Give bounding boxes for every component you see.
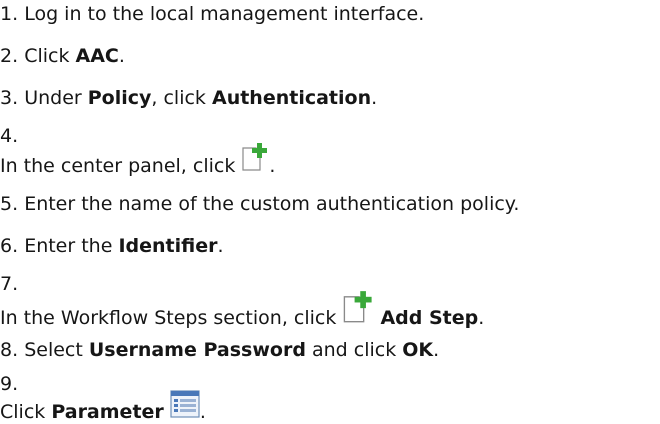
step-8: 8. Select Username Password and click OK… (0, 338, 439, 362)
step-text: Under (24, 87, 88, 109)
step-text: In the center panel, click (0, 155, 242, 177)
step-punct: . (217, 235, 224, 257)
step-text: Enter the name of the custom authenticat… (24, 193, 520, 215)
step-number: 8. (0, 339, 19, 361)
ui-label-ok: OK (402, 339, 434, 361)
ui-label-aac: AAC (75, 45, 119, 67)
step-punct: . (118, 45, 125, 67)
ui-label-username-password: Username Password (88, 339, 306, 361)
ui-label-policy: Policy (87, 87, 152, 109)
step-number: 2. (0, 45, 19, 67)
step-line: In the Workflow Steps section, click Add… (0, 290, 484, 330)
step-6: 6. Enter the Identifier. (0, 234, 224, 258)
step-punct: . (478, 307, 485, 329)
step-punct: . (371, 87, 378, 109)
step-text: Select (24, 339, 89, 361)
step-line: Click Parameter . (0, 390, 206, 424)
step-3: 3. Under Policy, click Authentication. (0, 86, 377, 110)
ui-label-add-step: Add Step (380, 307, 479, 329)
step-text: Log in to the local management interface… (24, 3, 425, 25)
step-text: , click (151, 87, 212, 109)
step-9: 9. Click Parameter . (0, 372, 660, 423)
step-text: In the Workflow Steps section, click (0, 307, 343, 329)
step-4: 4. In the center panel, click . (0, 124, 660, 184)
add-document-icon (342, 290, 374, 330)
step-number: 1. (0, 3, 19, 25)
ui-label-authentication: Authentication (211, 87, 372, 109)
instruction-steps: 1. Log in to the local management interf… (0, 0, 660, 423)
add-document-icon (241, 142, 269, 178)
step-punct: . (269, 155, 276, 177)
step-text: Enter the (24, 235, 119, 257)
step-7: 7. In the Workflow Steps section, click … (0, 272, 660, 334)
step-text: Click (24, 45, 76, 67)
step-text: and click (305, 339, 403, 361)
step-5: 5. Enter the name of the custom authenti… (0, 192, 519, 216)
step-line: In the center panel, click . (0, 142, 275, 178)
step-1: 1. Log in to the local management interf… (0, 2, 424, 26)
step-number: 6. (0, 235, 19, 257)
step-2: 2. Click AAC. (0, 44, 125, 68)
ui-label-identifier: Identifier (118, 235, 218, 257)
step-punct: . (433, 339, 440, 361)
parameter-list-icon (170, 390, 200, 424)
step-number: 5. (0, 193, 19, 215)
step-number: 3. (0, 87, 19, 109)
